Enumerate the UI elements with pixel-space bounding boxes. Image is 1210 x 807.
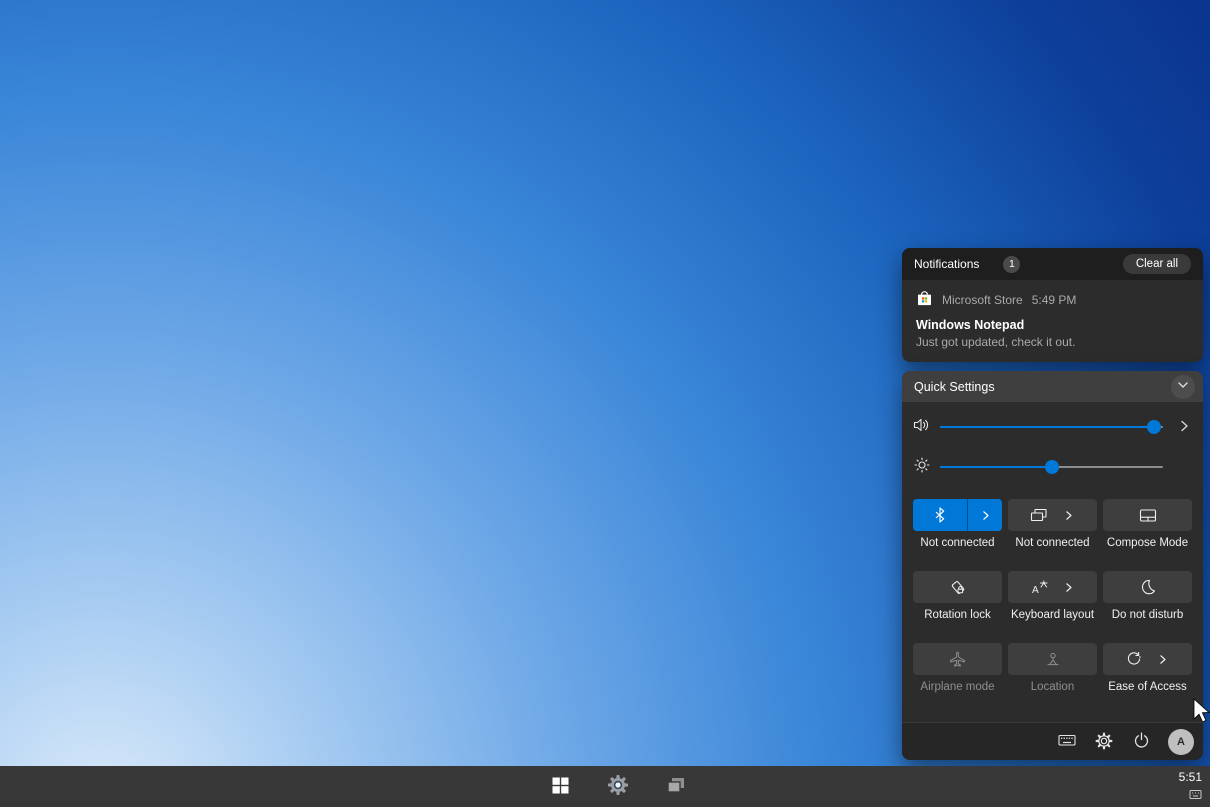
tile-location: Location — [1008, 643, 1097, 693]
tile-connect: Not connected — [1008, 499, 1097, 549]
ease-of-access-button[interactable] — [1103, 643, 1192, 675]
microsoft-store-icon — [916, 290, 933, 310]
tile-label: Compose Mode — [1103, 537, 1192, 549]
tile-compose-mode: Compose Mode — [1103, 499, 1192, 549]
notifications-panel: Notifications 1 Clear all Microsoft Stor… — [902, 248, 1203, 362]
brightness-icon — [913, 457, 931, 478]
notifications-count-badge: 1 — [1003, 256, 1020, 273]
notifications-header: Notifications 1 Clear all — [902, 248, 1203, 281]
task-view-icon — [666, 776, 686, 797]
chevron-right-icon — [1062, 509, 1075, 522]
clear-all-button[interactable]: Clear all — [1123, 254, 1191, 274]
bluetooth-toggle-button[interactable] — [913, 499, 967, 531]
ease-of-access-icon — [1126, 651, 1142, 667]
chevron-down-icon — [1175, 377, 1191, 396]
settings-gear-icon — [607, 774, 629, 799]
compose-mode-icon — [1139, 508, 1157, 523]
taskbar-tray-area: 5:51 — [1179, 769, 1202, 805]
tile-label: Not connected — [1008, 537, 1097, 549]
tile-airplane-mode: Airplane mode — [913, 643, 1002, 693]
svg-text:A: A — [1032, 585, 1039, 595]
quick-settings-panel: Quick Settings — [902, 371, 1203, 760]
volume-slider-thumb[interactable] — [1147, 420, 1161, 434]
desktop[interactable]: { "colors": { "accent": "#0078d7", "pane… — [0, 0, 1210, 807]
tile-do-not-disturb: Do not disturb — [1103, 571, 1192, 621]
collapse-button[interactable] — [1171, 375, 1195, 399]
brightness-slider-thumb[interactable] — [1045, 460, 1059, 474]
chevron-right-icon — [1156, 653, 1169, 666]
touch-keyboard-tray-icon — [1189, 787, 1202, 805]
tile-label: Keyboard layout — [1008, 609, 1097, 621]
do-not-disturb-button[interactable] — [1103, 571, 1192, 603]
tile-label: Do not disturb — [1103, 609, 1192, 621]
brightness-slider-fill — [940, 466, 1052, 468]
tile-ease-of-access: Ease of Access — [1103, 643, 1192, 693]
bluetooth-icon — [933, 507, 947, 523]
tile-rotation-lock: Rotation lock — [913, 571, 1002, 621]
taskbar-clock[interactable]: 5:51 — [1179, 769, 1202, 785]
location-icon — [1045, 652, 1061, 667]
tile-label: Airplane mode — [913, 681, 1002, 693]
location-button[interactable] — [1008, 643, 1097, 675]
keyboard-layout-button[interactable]: A — [1008, 571, 1097, 603]
volume-slider[interactable] — [940, 420, 1163, 434]
airplane-mode-button[interactable] — [913, 643, 1002, 675]
moon-icon — [1140, 579, 1156, 595]
airplane-icon — [949, 651, 966, 667]
tile-label: Ease of Access — [1103, 681, 1192, 693]
gear-icon — [1095, 738, 1113, 753]
quick-settings-footer: A — [902, 722, 1203, 760]
chevron-right-icon — [1062, 581, 1075, 594]
connect-icon — [1030, 508, 1048, 523]
notification-time: 5:49 PM — [1032, 293, 1077, 307]
volume-row — [902, 413, 1203, 441]
quick-settings-header: Quick Settings — [902, 371, 1203, 402]
chevron-right-icon — [1176, 422, 1192, 437]
tile-label: Rotation lock — [913, 609, 1002, 621]
keyboard-layout-icon: A — [1031, 580, 1048, 595]
notification-title: Windows Notepad — [916, 318, 1189, 332]
compose-mode-button[interactable] — [1103, 499, 1192, 531]
bluetooth-expand-button[interactable] — [968, 499, 1002, 531]
rotation-lock-icon — [949, 579, 967, 596]
windows-logo-icon — [552, 777, 569, 797]
tile-bluetooth: Not connected — [913, 499, 1002, 549]
touch-keyboard-button[interactable] — [1057, 732, 1077, 752]
volume-icon — [913, 417, 931, 438]
tray-keyboard-button[interactable] — [1179, 787, 1202, 805]
chevron-right-icon — [979, 509, 992, 522]
tile-label: Not connected — [913, 537, 1002, 549]
tile-keyboard-layout: A Keyboard layout — [1008, 571, 1097, 621]
volume-expand-button[interactable] — [1175, 418, 1193, 436]
taskbar: 5:51 — [0, 766, 1210, 807]
volume-slider-fill — [940, 426, 1154, 428]
quick-settings-title: Quick Settings — [914, 380, 995, 394]
keyboard-icon — [1058, 735, 1076, 750]
notification-item[interactable]: Microsoft Store 5:49 PM Windows Notepad … — [902, 281, 1203, 358]
tile-label: Location — [1008, 681, 1097, 693]
user-avatar[interactable]: A — [1168, 729, 1194, 755]
brightness-slider[interactable] — [940, 460, 1163, 474]
settings-button[interactable] — [1094, 732, 1114, 752]
mouse-cursor — [1193, 698, 1210, 731]
rotation-lock-button[interactable] — [913, 571, 1002, 603]
notifications-title: Notifications — [914, 257, 979, 271]
brightness-row — [902, 453, 1203, 481]
notification-body: Just got updated, check it out. — [916, 335, 1189, 349]
connect-button[interactable] — [1008, 499, 1097, 531]
task-view-button[interactable] — [656, 766, 696, 807]
notification-app-name: Microsoft Store — [942, 293, 1023, 307]
start-button[interactable] — [540, 766, 580, 807]
power-button[interactable] — [1131, 732, 1151, 752]
settings-app-taskbar-button[interactable] — [598, 766, 638, 807]
quick-actions-grid: Not connected Not connected — [913, 499, 1192, 693]
power-icon — [1133, 737, 1150, 752]
